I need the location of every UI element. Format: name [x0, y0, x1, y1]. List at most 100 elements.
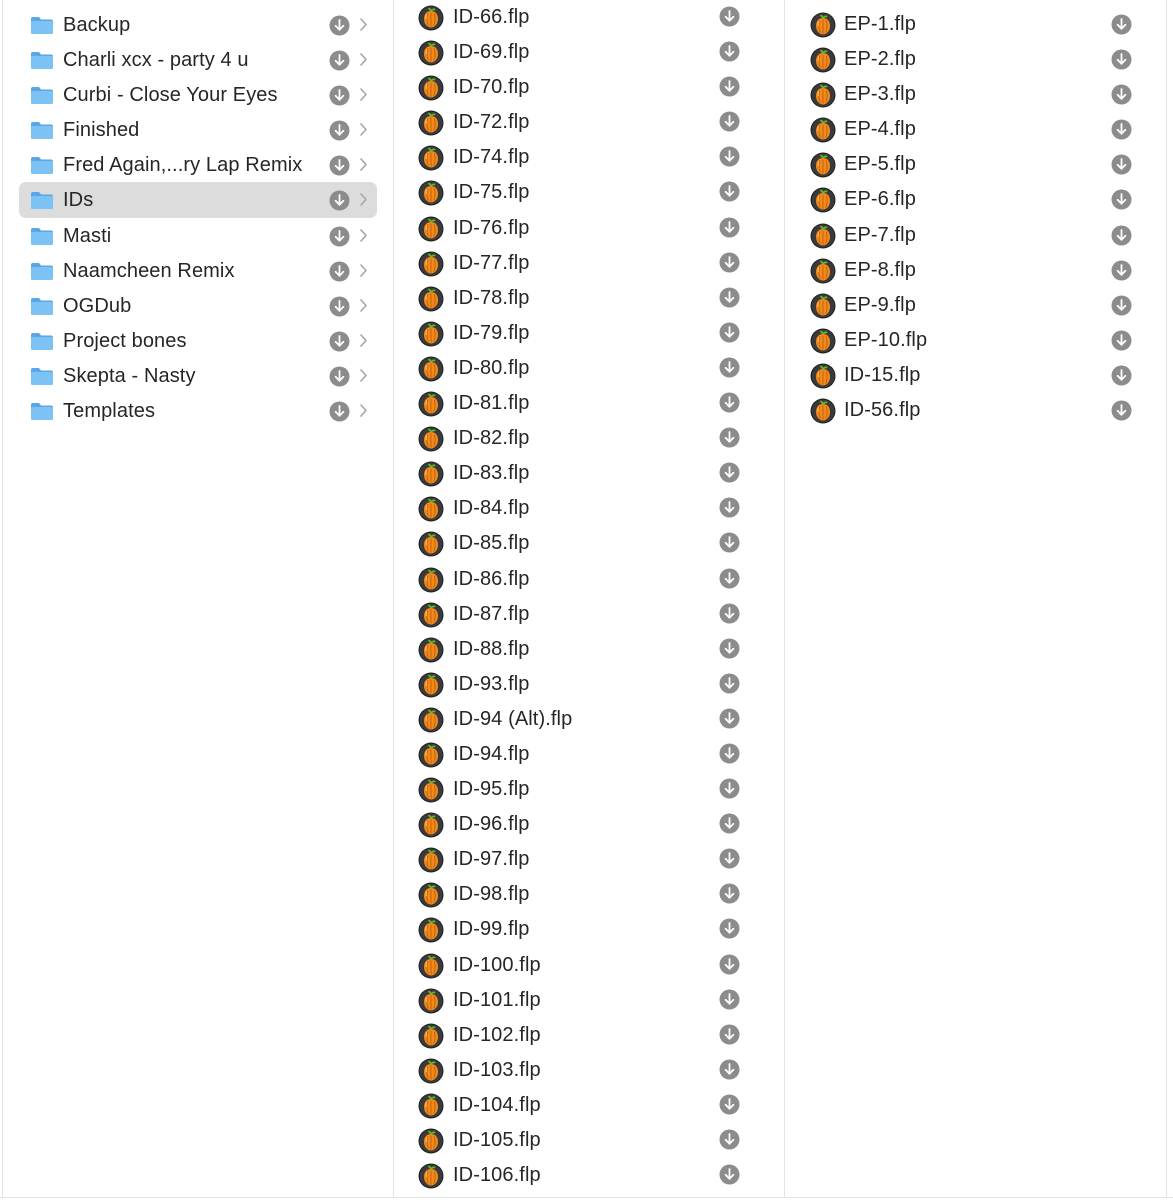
file-row[interactable]: ID-15.flp [785, 358, 1166, 393]
file-row[interactable]: ID-97.flp [394, 842, 784, 877]
download-circle-icon[interactable] [719, 111, 740, 132]
file-row[interactable]: ID-101.flp [394, 983, 784, 1018]
download-circle-icon[interactable] [719, 1094, 740, 1115]
folder-row[interactable]: Charli xcx - party 4 u [19, 42, 377, 77]
folder-row[interactable]: Fred Again,...ry Lap Remix [19, 147, 377, 182]
folder-row[interactable]: Finished [19, 112, 377, 147]
download-circle-icon[interactable] [1111, 119, 1132, 140]
folder-row[interactable]: Masti [19, 218, 377, 253]
file-row[interactable]: ID-86.flp [394, 562, 784, 597]
download-circle-icon[interactable] [719, 778, 740, 799]
download-circle-icon[interactable] [329, 190, 350, 211]
download-circle-icon[interactable] [1111, 154, 1132, 175]
download-circle-icon[interactable] [719, 1129, 740, 1150]
file-row[interactable]: ID-99.flp [394, 912, 784, 947]
download-circle-icon[interactable] [719, 462, 740, 483]
download-circle-icon[interactable] [719, 427, 740, 448]
download-circle-icon[interactable] [1111, 84, 1132, 105]
file-row[interactable]: EP-2.flp [785, 42, 1166, 77]
download-circle-icon[interactable] [329, 15, 350, 36]
download-circle-icon[interactable] [719, 6, 740, 27]
file-row[interactable]: ID-66.flp [394, 0, 784, 35]
download-circle-icon[interactable] [719, 181, 740, 202]
folder-row[interactable]: Curbi - Close Your Eyes [19, 77, 377, 112]
download-circle-icon[interactable] [719, 638, 740, 659]
folder-row[interactable]: OGDub [19, 288, 377, 323]
download-circle-icon[interactable] [719, 989, 740, 1010]
download-circle-icon[interactable] [1111, 295, 1132, 316]
download-circle-icon[interactable] [329, 155, 350, 176]
download-circle-icon[interactable] [719, 357, 740, 378]
download-circle-icon[interactable] [719, 568, 740, 589]
file-row[interactable]: ID-104.flp [394, 1088, 784, 1123]
file-row[interactable]: ID-76.flp [394, 211, 784, 246]
file-row[interactable]: ID-88.flp [394, 632, 784, 667]
download-circle-icon[interactable] [1111, 400, 1132, 421]
download-circle-icon[interactable] [719, 76, 740, 97]
file-row[interactable]: ID-80.flp [394, 351, 784, 386]
download-circle-icon[interactable] [329, 261, 350, 282]
download-circle-icon[interactable] [719, 217, 740, 238]
download-circle-icon[interactable] [719, 287, 740, 308]
file-row[interactable]: EP-5.flp [785, 147, 1166, 182]
download-circle-icon[interactable] [1111, 330, 1132, 351]
file-row[interactable]: ID-94 (Alt).flp [394, 702, 784, 737]
download-circle-icon[interactable] [1111, 49, 1132, 70]
column-parent-folders[interactable]: Backup Charli xcx - party 4 u Curbi - Clos… [2, 0, 393, 1198]
download-circle-icon[interactable] [719, 532, 740, 553]
download-circle-icon[interactable] [329, 226, 350, 247]
download-circle-icon[interactable] [719, 813, 740, 834]
download-circle-icon[interactable] [329, 366, 350, 387]
folder-row[interactable]: Project bones [19, 323, 377, 358]
folder-row[interactable]: IDs [19, 182, 377, 218]
download-circle-icon[interactable] [329, 120, 350, 141]
file-row[interactable]: ID-83.flp [394, 456, 784, 491]
file-row[interactable]: ID-98.flp [394, 877, 784, 912]
download-circle-icon[interactable] [719, 848, 740, 869]
file-row[interactable]: EP-9.flp [785, 288, 1166, 323]
file-row[interactable]: EP-8.flp [785, 253, 1166, 288]
file-row[interactable]: EP-4.flp [785, 112, 1166, 147]
download-circle-icon[interactable] [719, 603, 740, 624]
file-row[interactable]: ID-81.flp [394, 386, 784, 421]
download-circle-icon[interactable] [719, 883, 740, 904]
download-circle-icon[interactable] [1111, 260, 1132, 281]
file-row[interactable]: ID-70.flp [394, 70, 784, 105]
file-row[interactable]: ID-94.flp [394, 737, 784, 772]
file-row[interactable]: ID-77.flp [394, 246, 784, 281]
download-circle-icon[interactable] [719, 146, 740, 167]
file-row[interactable]: ID-82.flp [394, 421, 784, 456]
file-row[interactable]: EP-6.flp [785, 182, 1166, 217]
file-row[interactable]: ID-103.flp [394, 1053, 784, 1088]
download-circle-icon[interactable] [719, 673, 740, 694]
file-row[interactable]: ID-87.flp [394, 597, 784, 632]
column-third[interactable]: EP-1.flp EP-2.flp EP-3.flp EP-4.flp EP-5.flp… [784, 0, 1167, 1198]
file-row[interactable]: EP-1.flp [785, 7, 1166, 42]
folder-row[interactable]: Templates [19, 393, 377, 428]
download-circle-icon[interactable] [719, 1164, 740, 1185]
download-circle-icon[interactable] [719, 322, 740, 343]
download-circle-icon[interactable] [1111, 225, 1132, 246]
download-circle-icon[interactable] [719, 1059, 740, 1080]
file-row[interactable]: ID-106.flp [394, 1158, 784, 1193]
file-row[interactable]: ID-84.flp [394, 491, 784, 526]
folder-row[interactable]: Skepta - Nasty [19, 358, 377, 393]
download-circle-icon[interactable] [719, 252, 740, 273]
file-row[interactable]: EP-10.flp [785, 323, 1166, 358]
file-row[interactable]: ID-79.flp [394, 316, 784, 351]
file-row[interactable]: EP-3.flp [785, 77, 1166, 112]
download-circle-icon[interactable] [329, 50, 350, 71]
file-row[interactable]: ID-72.flp [394, 105, 784, 140]
download-circle-icon[interactable] [1111, 365, 1132, 386]
download-circle-icon[interactable] [719, 1024, 740, 1045]
download-circle-icon[interactable] [719, 954, 740, 975]
download-circle-icon[interactable] [1111, 14, 1132, 35]
download-circle-icon[interactable] [329, 85, 350, 106]
file-row[interactable]: ID-85.flp [394, 526, 784, 561]
file-row[interactable]: ID-95.flp [394, 772, 784, 807]
file-row[interactable]: ID-100.flp [394, 948, 784, 983]
download-circle-icon[interactable] [329, 296, 350, 317]
file-row[interactable]: ID-102.flp [394, 1018, 784, 1053]
download-circle-icon[interactable] [719, 392, 740, 413]
column-ids-folder[interactable]: ID-66.flp ID-69.flp ID-70.flp ID-72.flp ID-7… [393, 0, 784, 1198]
